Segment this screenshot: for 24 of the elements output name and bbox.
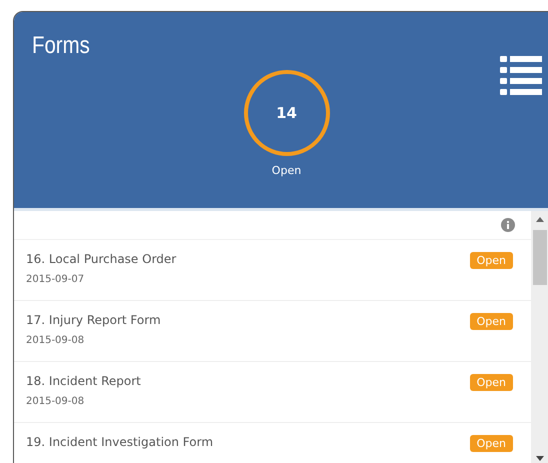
scroll-down-icon[interactable] <box>536 456 544 461</box>
form-title: 19. Incident Investigation Form <box>26 435 214 449</box>
scroll-thumb[interactable] <box>533 230 547 285</box>
form-row[interactable]: 18. Incident Report 2015-09-08 Open <box>14 362 531 423</box>
form-date: 2015-09-08 <box>26 335 86 346</box>
form-row[interactable]: 19. Incident Investigation Form Open <box>14 423 531 463</box>
count-label: Open <box>272 164 302 177</box>
open-count: 14 <box>276 104 297 122</box>
panel-title: Forms <box>32 32 90 60</box>
form-row[interactable]: 16. Local Purchase Order 2015-09-07 Open <box>14 240 531 301</box>
info-icon[interactable] <box>501 218 515 232</box>
form-date: 2015-09-07 <box>26 274 86 285</box>
scroll-up-icon[interactable] <box>536 217 544 222</box>
form-date: 2015-09-08 <box>26 396 86 407</box>
form-title: 16. Local Purchase Order <box>26 252 176 266</box>
form-title: 17. Injury Report Form <box>26 313 161 327</box>
list-menu-icon[interactable] <box>500 54 542 96</box>
form-row[interactable]: 17. Injury Report Form 2015-09-08 Open <box>14 301 531 362</box>
form-title: 18. Incident Report <box>26 374 141 388</box>
status-badge: Open <box>470 313 513 330</box>
scrollbar[interactable] <box>531 211 548 463</box>
status-badge: Open <box>470 374 513 391</box>
status-badge: Open <box>470 252 513 269</box>
status-badge: Open <box>470 435 513 452</box>
